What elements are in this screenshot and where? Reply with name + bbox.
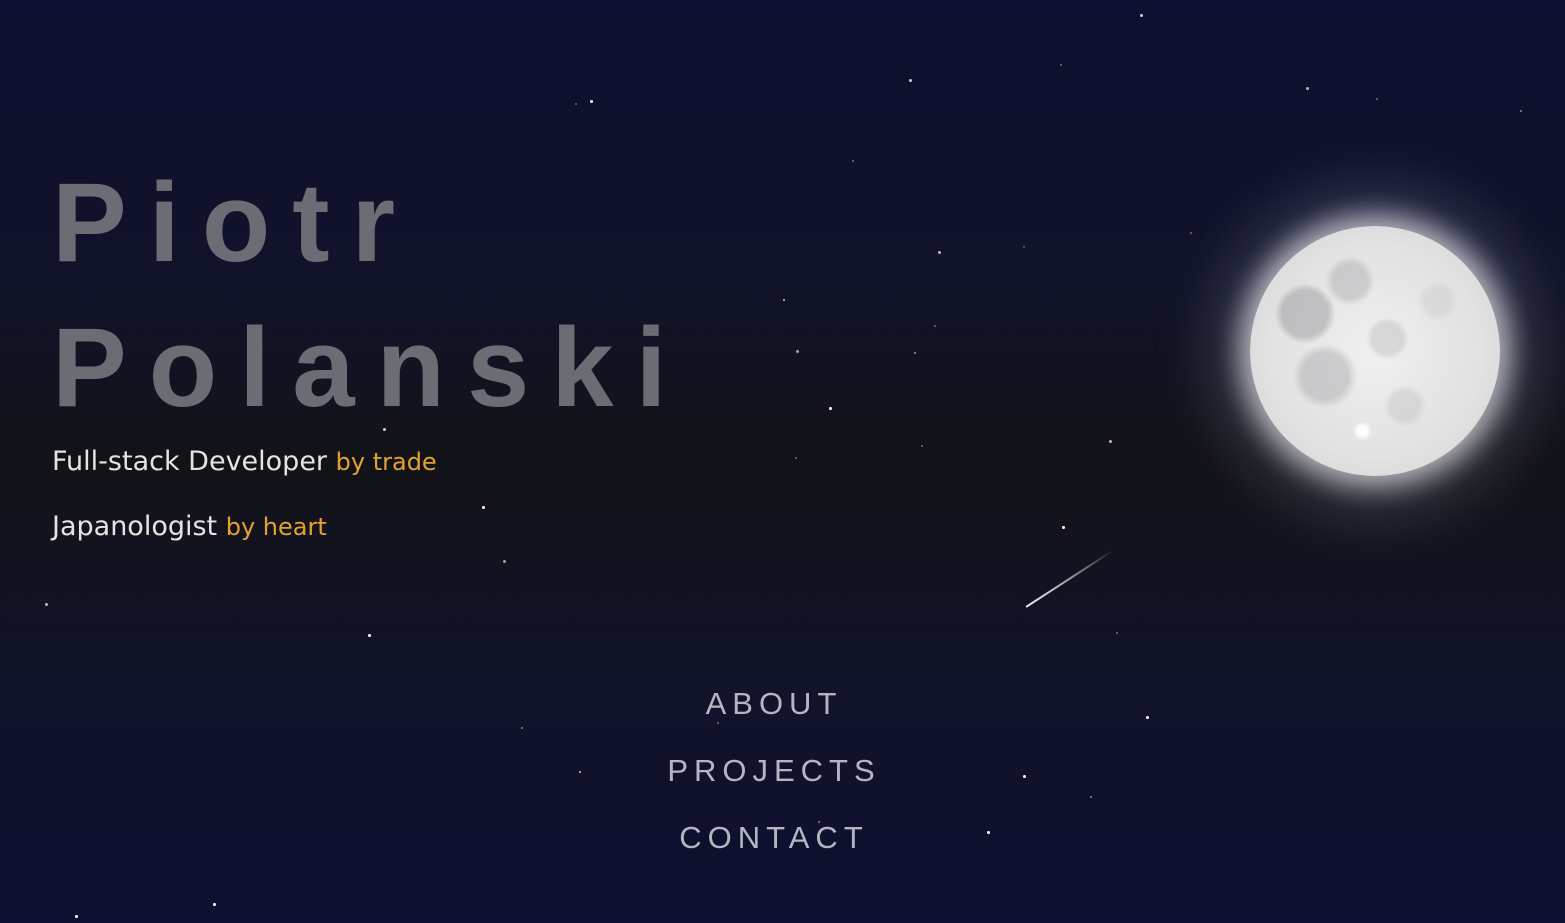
star [796, 350, 799, 353]
nav-contact-link[interactable]: CONTACT [0, 814, 1548, 881]
tagline-main: Japanologist [52, 511, 218, 542]
star [938, 251, 941, 254]
star [852, 160, 854, 162]
star [482, 506, 485, 509]
star [795, 457, 797, 459]
main-navigation: ABOUT PROJECTS CONTACT [0, 680, 1548, 881]
star [1116, 632, 1118, 634]
star [75, 915, 78, 918]
star [575, 103, 577, 105]
star [1060, 64, 1062, 66]
first-name: Piotr [52, 160, 418, 285]
star [829, 407, 832, 410]
tagline-developer: Full-stack Developer by trade [52, 446, 437, 477]
star [921, 445, 923, 447]
star [1023, 246, 1025, 248]
star [909, 79, 912, 82]
last-name: Polanski [52, 305, 689, 430]
star [1376, 98, 1378, 100]
tagline-japanologist: Japanologist by heart [52, 511, 327, 542]
star [934, 325, 936, 327]
star [1140, 14, 1143, 17]
star [45, 603, 48, 606]
tagline-main: Full-stack Developer [52, 446, 328, 477]
moon-image [1250, 226, 1500, 476]
star [1109, 440, 1112, 443]
tagline-accent: by trade [335, 448, 437, 476]
star [213, 903, 216, 906]
star [590, 100, 593, 103]
star [1306, 87, 1309, 90]
star [1062, 526, 1065, 529]
nav-projects-link[interactable]: PROJECTS [0, 747, 1548, 814]
star [783, 299, 785, 301]
star [503, 560, 506, 563]
star [368, 634, 371, 637]
star [914, 352, 916, 354]
nav-about-link[interactable]: ABOUT [0, 680, 1548, 747]
hero-name: Piotr Polanski [52, 150, 689, 440]
star [1520, 110, 1522, 112]
tagline-accent: by heart [225, 513, 327, 541]
